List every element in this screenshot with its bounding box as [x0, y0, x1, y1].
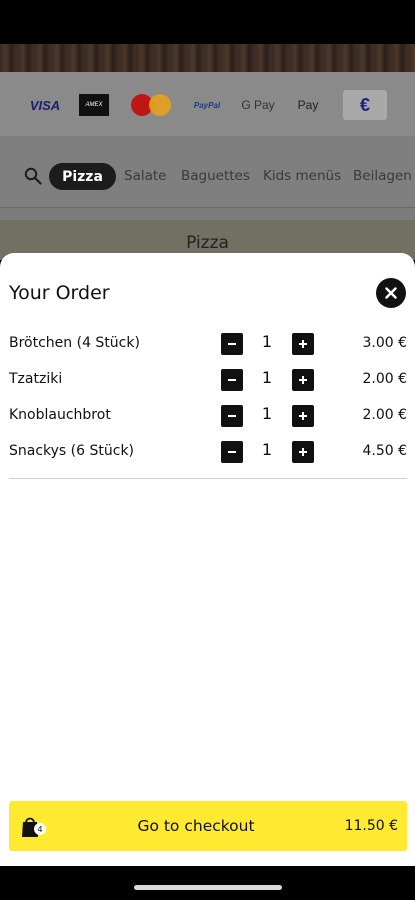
item-price: 3.00 € [362, 335, 407, 351]
category-tab-salate[interactable]: Salate [124, 168, 166, 184]
item-name: Tzatziki [9, 371, 63, 387]
category-tab-kids-menus[interactable]: Kids menüs [263, 168, 341, 184]
home-area [0, 866, 415, 900]
order-title: Your Order [9, 282, 110, 304]
minus-icon [228, 343, 236, 345]
order-item-row: Snackys (6 Stück) 1 4.50 € [0, 439, 415, 465]
plus-icon [299, 376, 307, 384]
category-tab-pizza[interactable]: Pizza [49, 163, 116, 190]
amex-logo: AMEX [79, 94, 109, 116]
divider [9, 478, 407, 479]
item-name: Brötchen (4 Stück) [9, 335, 140, 351]
item-name: Knoblauchbrot [9, 407, 111, 423]
plus-icon [299, 340, 307, 348]
visa-logo: VISA [29, 97, 61, 113]
mastercard-logo [129, 94, 173, 116]
cash-euro-icon: € [343, 90, 387, 120]
order-item-row: Tzatziki 1 2.00 € [0, 367, 415, 393]
plus-icon [299, 412, 307, 420]
checkout-total: 11.50 € [344, 818, 398, 834]
apple-pay-logo: Pay [297, 98, 319, 112]
category-tab-baguettes[interactable]: Baguettes [181, 168, 250, 184]
decrease-quantity-button[interactable] [221, 405, 243, 427]
increase-quantity-button[interactable] [292, 441, 314, 463]
increase-quantity-button[interactable] [292, 405, 314, 427]
item-price: 2.00 € [362, 371, 407, 387]
item-quantity: 1 [261, 368, 273, 387]
paypal-logo: PayPal [193, 100, 221, 110]
increase-quantity-button[interactable] [292, 333, 314, 355]
item-quantity: 1 [261, 332, 273, 351]
section-title: Pizza [186, 233, 229, 253]
item-price: 4.50 € [362, 443, 407, 459]
decrease-quantity-button[interactable] [221, 333, 243, 355]
item-quantity: 1 [261, 440, 273, 459]
item-quantity: 1 [261, 404, 273, 423]
plus-icon [299, 448, 307, 456]
minus-icon [228, 451, 236, 453]
increase-quantity-button[interactable] [292, 369, 314, 391]
minus-icon [228, 415, 236, 417]
status-bar [0, 0, 415, 44]
close-button[interactable] [376, 278, 406, 308]
search-icon[interactable] [24, 167, 42, 185]
order-item-row: Brötchen (4 Stück) 1 3.00 € [0, 331, 415, 357]
google-pay-logo: G Pay [241, 98, 275, 112]
restaurant-banner-image [0, 44, 415, 72]
home-indicator[interactable] [134, 885, 282, 890]
category-tab-beilagen[interactable]: Beilagen [353, 168, 412, 184]
decrease-quantity-button[interactable] [221, 441, 243, 463]
item-name: Snackys (6 Stück) [9, 443, 135, 459]
minus-icon [228, 379, 236, 381]
close-icon [385, 287, 397, 299]
order-item-row: Knoblauchbrot 1 2.00 € [0, 403, 415, 429]
checkout-label: Go to checkout [137, 817, 255, 835]
item-price: 2.00 € [362, 407, 407, 423]
decrease-quantity-button[interactable] [221, 369, 243, 391]
